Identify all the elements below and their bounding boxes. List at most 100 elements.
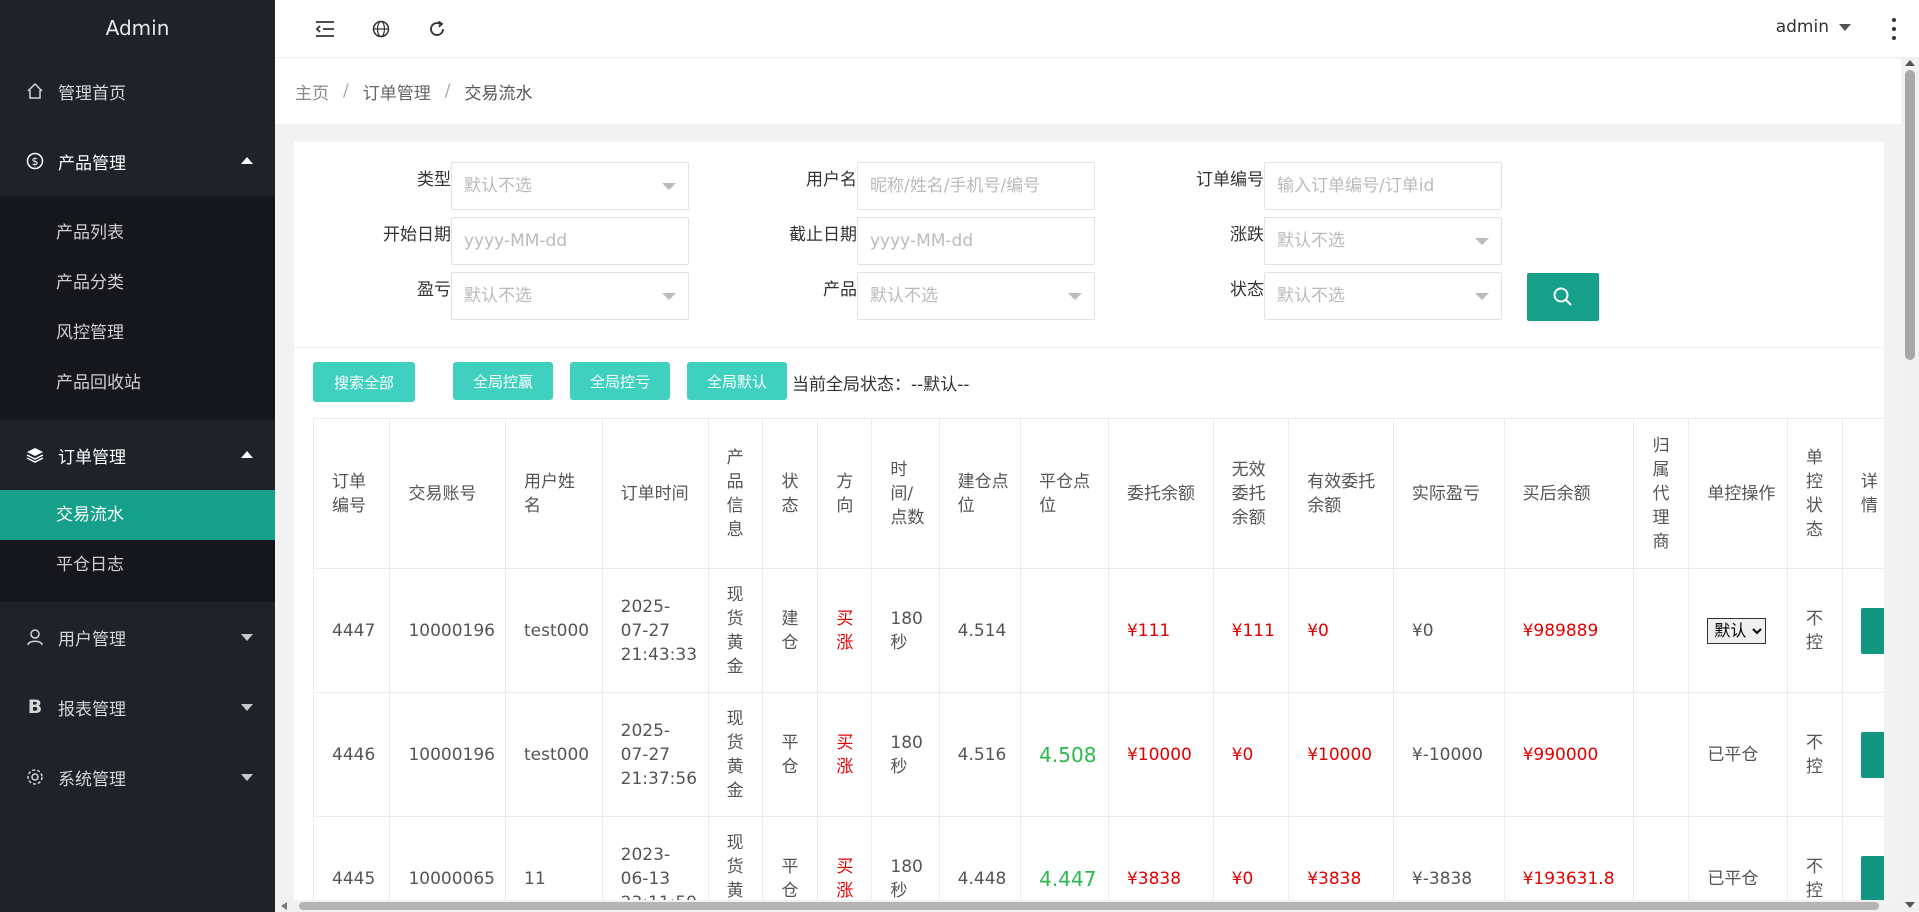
th-product: 产品信息 <box>707 418 764 569</box>
filter-form: 类型 默认不选 用户名 昵称/姓名/手机号/编号 订单编号 输入订单编号/订单i… <box>294 142 1884 348</box>
cell-invalid-entrust: ¥0 <box>1212 692 1290 817</box>
search-button[interactable] <box>1527 273 1599 321</box>
sidebar-item-label: 管理首页 <box>58 83 126 104</box>
sidebar-item-reports[interactable]: B 报表管理 <box>0 672 275 742</box>
th-order-no: 订单编号 <box>312 418 391 569</box>
cell-valid-entrust: ¥0 <box>1288 568 1394 693</box>
vertical-scrollbar[interactable] <box>1901 58 1919 912</box>
global-win-button[interactable]: 全局控赢 <box>453 362 553 400</box>
cell-username: test000 <box>505 568 603 693</box>
detail-button[interactable] <box>1860 731 1884 778</box>
sidebar-item-close-log[interactable]: 平仓日志 <box>0 540 275 590</box>
cell-account: 10000065 <box>389 816 506 912</box>
dollar-icon: $ <box>24 150 46 172</box>
control-select[interactable]: 默认 <box>1707 617 1767 644</box>
cell-valid-entrust: ¥3838 <box>1288 816 1394 912</box>
cell-entrust: ¥111 <box>1107 568 1214 693</box>
global-lose-button[interactable]: 全局控亏 <box>570 362 670 400</box>
username-input[interactable]: 昵称/姓名/手机号/编号 <box>857 162 1095 210</box>
cell-product: 现货黄金 <box>707 816 764 912</box>
search-icon <box>1553 287 1572 306</box>
sidebar-item-product-recycle[interactable]: 产品回收站 <box>0 358 275 408</box>
cell-pnl: ¥-10000 <box>1392 692 1505 817</box>
cell-balance: ¥990000 <box>1503 692 1635 817</box>
table-row: 4447 10000196 test000 2025-07-27 21:43:3… <box>312 568 1884 693</box>
cell-close-price: 4.508 <box>1020 692 1109 817</box>
detail-button[interactable] <box>1860 855 1884 902</box>
sidebar-item-product-list[interactable]: 产品列表 <box>0 208 275 258</box>
th-valid-entrust: 有效委托余额 <box>1288 418 1394 569</box>
end-date-label: 截止日期 <box>789 225 857 245</box>
username: admin <box>1775 17 1829 37</box>
cell-detail <box>1841 568 1884 693</box>
sidebar-item-product-category[interactable]: 产品分类 <box>0 258 275 308</box>
cell-valid-entrust: ¥10000 <box>1288 692 1394 817</box>
type-select[interactable]: 默认不选 <box>451 162 689 210</box>
search-all-button[interactable]: 搜索全部 <box>313 362 415 402</box>
sidebar-item-risk-control[interactable]: 风控管理 <box>0 308 275 358</box>
cell-open-price: 4.516 <box>938 692 1022 817</box>
cell-control-status: 不控 <box>1787 816 1843 912</box>
th-close-price: 平仓点位 <box>1020 418 1109 569</box>
th-detail: 详情 <box>1841 418 1884 569</box>
chevron-down-icon <box>241 704 253 711</box>
chevron-down-icon <box>1839 23 1851 31</box>
sidebar-item-home[interactable]: 管理首页 <box>0 56 275 126</box>
orders-submenu: 交易流水 平仓日志 <box>0 490 275 602</box>
breadcrumb: 主页 / 订单管理 / 交易流水 <box>275 58 1901 124</box>
table-header-row: 订单编号 交易账号 用户姓名 订单时间 产品信息 状态 方向 时间/点数 建仓点… <box>312 418 1884 569</box>
cell-balance: ¥193631.8 <box>1503 816 1635 912</box>
cell-invalid-entrust: ¥0 <box>1212 816 1290 912</box>
cell-control-status: 不控 <box>1787 568 1843 693</box>
product-select[interactable]: 默认不选 <box>857 272 1095 320</box>
sidebar-item-users[interactable]: 用户管理 <box>0 602 275 672</box>
globe-icon[interactable] <box>367 15 395 43</box>
refresh-icon[interactable] <box>423 15 451 43</box>
cell-entrust: ¥10000 <box>1107 692 1214 817</box>
cell-control-op: 已平仓 <box>1688 692 1789 817</box>
cell-close-price <box>1020 568 1109 693</box>
start-date-input[interactable]: yyyy-MM-dd <box>451 217 689 265</box>
sidebar: Admin 管理首页 $ 产品管理 产品列表 产品分类 风控管理 产品回收站 订… <box>0 0 275 912</box>
chevron-up-icon <box>241 157 253 164</box>
more-vertical-icon[interactable] <box>1891 18 1897 40</box>
order-no-input[interactable]: 输入订单编号/订单id <box>1264 162 1502 210</box>
cell-direction: 买涨 <box>817 568 873 693</box>
breadcrumb-current: 交易流水 <box>464 83 533 104</box>
cell-account: 10000196 <box>389 692 506 817</box>
user-menu[interactable]: admin <box>1776 17 1851 37</box>
rise-fall-label: 涨跌 <box>1230 225 1264 245</box>
cell-account: 10000196 <box>389 568 506 693</box>
cell-duration: 180秒 <box>871 568 940 693</box>
end-date-input[interactable]: yyyy-MM-dd <box>857 217 1095 265</box>
breadcrumb-home[interactable]: 主页 <box>295 79 329 104</box>
breadcrumb-orders[interactable]: 订单管理 <box>363 79 431 104</box>
table-row: 4445 10000065 11 2023-06-13 23:11:59 现货黄… <box>312 816 1884 912</box>
sidebar-item-system[interactable]: 系统管理 <box>0 742 275 812</box>
th-pnl: 实际盈亏 <box>1392 418 1505 569</box>
rise-fall-select[interactable]: 默认不选 <box>1264 217 1502 265</box>
sidebar-item-transactions[interactable]: 交易流水 <box>0 490 275 540</box>
horizontal-scrollbar[interactable] <box>275 900 1901 912</box>
sidebar-item-orders[interactable]: 订单管理 <box>0 420 275 490</box>
status-select[interactable]: 默认不选 <box>1264 272 1502 320</box>
sidebar-item-products[interactable]: $ 产品管理 <box>0 126 275 196</box>
th-control-status: 单控状态 <box>1787 418 1843 569</box>
global-default-button[interactable]: 全局默认 <box>687 362 787 400</box>
cell-detail <box>1841 816 1884 912</box>
sidebar-item-label: 报表管理 <box>58 699 126 720</box>
cell-order-time: 2025-07-27 21:43:33 <box>601 568 709 693</box>
th-entrust: 委托余额 <box>1107 418 1214 569</box>
chevron-down-icon <box>241 774 253 781</box>
cell-control-status: 不控 <box>1787 692 1843 817</box>
table-row: 4446 10000196 test000 2025-07-27 21:37:5… <box>312 692 1884 817</box>
sidebar-item-label: 用户管理 <box>58 629 126 650</box>
status-label: 状态 <box>1230 280 1264 300</box>
pnl-select[interactable]: 默认不选 <box>451 272 689 320</box>
menu-collapse-icon[interactable] <box>311 15 339 43</box>
cell-detail <box>1841 692 1884 817</box>
cell-open-price: 4.514 <box>938 568 1022 693</box>
cell-order-no: 4447 <box>312 568 391 693</box>
detail-button[interactable] <box>1860 607 1884 654</box>
th-status: 状态 <box>762 418 819 569</box>
